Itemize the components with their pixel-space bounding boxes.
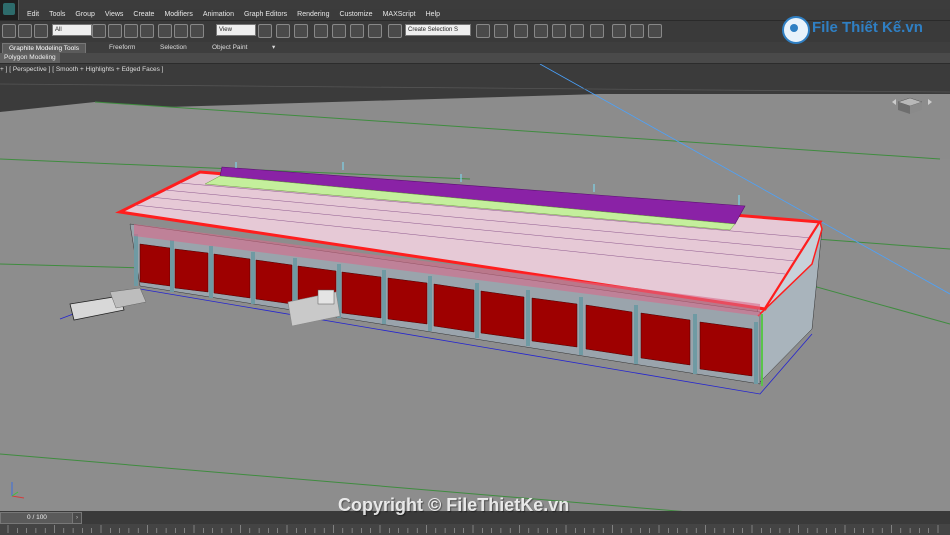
layer-manager-icon[interactable] [514, 24, 528, 38]
site-logo: File Thiết Kế.vn [772, 14, 944, 44]
keyboard-shortcut-icon[interactable] [294, 24, 308, 38]
perspective-viewport[interactable] [0, 64, 950, 511]
named-selection-set-field[interactable]: Create Selection S [405, 24, 471, 36]
rectangular-selection-icon[interactable] [124, 24, 138, 38]
menu-item-animation[interactable]: Animation [198, 10, 239, 19]
snaps-toggle-icon[interactable] [314, 24, 328, 38]
app-logo-icon [3, 3, 15, 15]
logo-text: File Thiết Kế.vn [812, 19, 923, 36]
reference-coordinate-dropdown[interactable]: View [216, 24, 256, 36]
next-frame-icon[interactable]: › [72, 512, 82, 524]
curve-editor-icon[interactable] [552, 24, 566, 38]
time-slider-thumb[interactable]: 0 / 100 [0, 512, 74, 524]
select-scale-icon[interactable] [190, 24, 204, 38]
logo-icon [782, 16, 810, 44]
material-editor-icon[interactable] [590, 24, 604, 38]
bind-space-warp-icon[interactable] [34, 24, 48, 38]
title-bar [0, 0, 950, 9]
axis-tripod-icon [11, 482, 25, 499]
select-by-name-icon[interactable] [108, 24, 122, 38]
ribbon-tabs: Graphite Modeling Tools Freeform Selecti… [0, 42, 950, 53]
ribbon-options-icon[interactable]: ▾ [266, 43, 281, 52]
menu-item-create[interactable]: Create [128, 10, 159, 19]
graphite-toggle-icon[interactable] [534, 24, 548, 38]
menu-item-customize[interactable]: Customize [334, 10, 377, 19]
link-icon[interactable] [2, 24, 16, 38]
menu-item-views[interactable]: Views [100, 10, 129, 19]
viewcube[interactable] [890, 86, 940, 116]
select-object-icon[interactable] [92, 24, 106, 38]
selection-filter-dropdown[interactable]: All [52, 24, 92, 36]
track-bar[interactable] [0, 524, 950, 533]
ribbon-panel-bar: Polygon Modeling [0, 53, 950, 64]
schematic-view-icon[interactable] [570, 24, 584, 38]
menu-item-modifiers[interactable]: Modifiers [159, 10, 197, 19]
viewport-label[interactable]: + ] [ Perspective ] [ Smooth + Highlight… [0, 66, 164, 73]
menu-item-maxscript[interactable]: MAXScript [378, 10, 421, 19]
menu-item-graph-editors[interactable]: Graph Editors [239, 10, 292, 19]
select-manipulate-icon[interactable] [276, 24, 290, 38]
tab-object-paint[interactable]: Object Paint [206, 43, 253, 52]
render-production-icon[interactable] [648, 24, 662, 38]
select-move-icon[interactable] [158, 24, 172, 38]
mirror-icon[interactable] [476, 24, 490, 38]
tab-freeform[interactable]: Freeform [103, 43, 141, 52]
tab-selection[interactable]: Selection [154, 43, 193, 52]
menu-item-edit[interactable]: Edit [22, 10, 44, 19]
percent-snap-icon[interactable] [350, 24, 364, 38]
select-rotate-icon[interactable] [174, 24, 188, 38]
frame-counter: 0 / 100 [27, 514, 47, 521]
menu-item-rendering[interactable]: Rendering [292, 10, 334, 19]
edit-named-selection-icon[interactable] [388, 24, 402, 38]
scene-render [0, 64, 950, 511]
app-menu-button[interactable] [0, 0, 19, 20]
menu-item-tools[interactable]: Tools [44, 10, 70, 19]
menu-item-help[interactable]: Help [421, 10, 445, 19]
menu-item-group[interactable]: Group [70, 10, 99, 19]
spinner-snap-icon[interactable] [368, 24, 382, 38]
pivot-center-icon[interactable] [258, 24, 272, 38]
rendered-frame-window-icon[interactable] [630, 24, 644, 38]
tab-graphite-modeling-tools[interactable]: Graphite Modeling Tools [2, 43, 86, 53]
unlink-icon[interactable] [18, 24, 32, 38]
window-crossing-icon[interactable] [140, 24, 154, 38]
render-setup-icon[interactable] [612, 24, 626, 38]
polygon-modeling-panel[interactable]: Polygon Modeling [0, 53, 60, 63]
copyright-watermark: Copyright © FileThietKe.vn [338, 495, 570, 515]
align-icon[interactable] [494, 24, 508, 38]
angle-snap-icon[interactable] [332, 24, 346, 38]
